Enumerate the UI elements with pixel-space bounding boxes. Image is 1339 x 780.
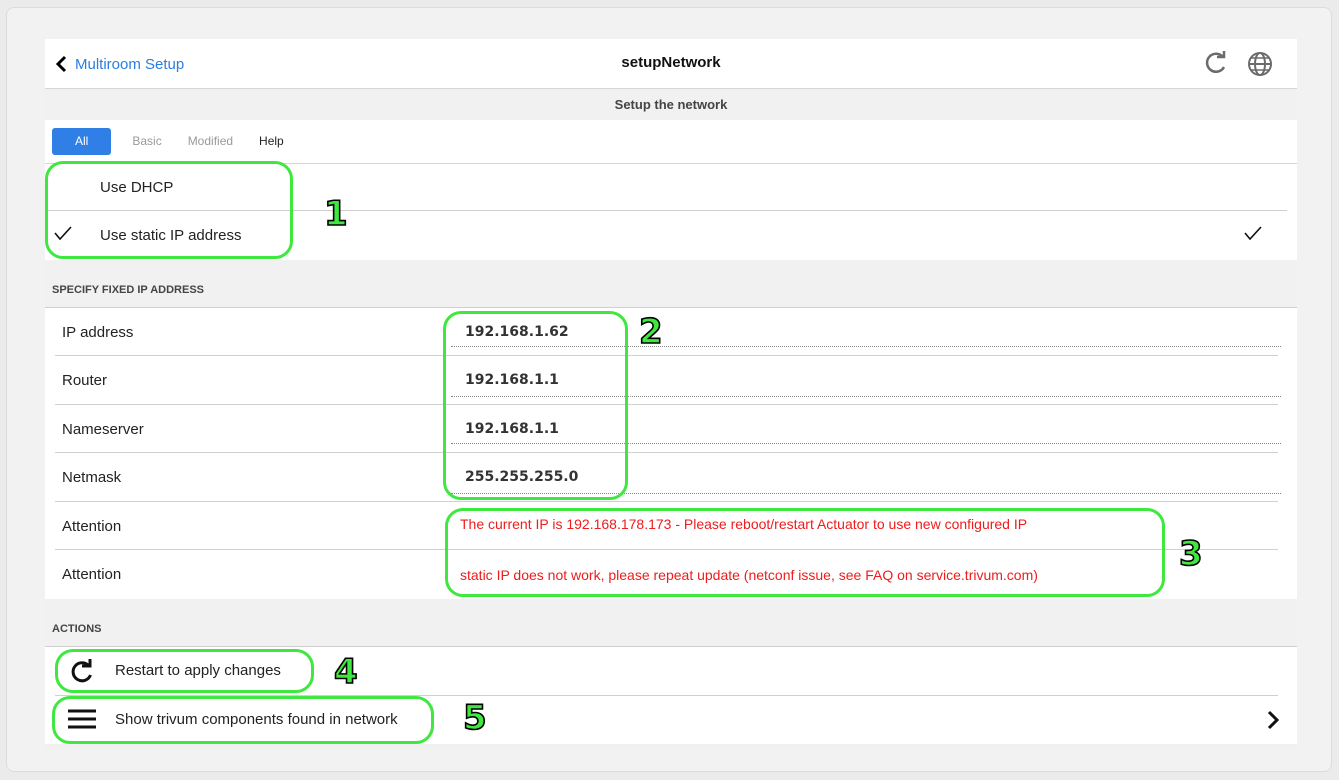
field-nameserver: Nameserver 192.168.1.1 (45, 405, 1297, 453)
field-label: Router (62, 371, 108, 389)
attention-row: Attention static IP does not work, pleas… (45, 550, 1297, 598)
input-underline (451, 493, 1281, 494)
restart-icon (69, 659, 95, 690)
router-input[interactable]: 192.168.1.1 (465, 372, 559, 388)
tab-help[interactable]: Help (246, 128, 297, 155)
globe-icon[interactable] (1246, 50, 1274, 83)
chevron-right-icon (1267, 710, 1280, 735)
attention-label: Attention (62, 565, 122, 583)
tab-basic[interactable]: Basic (119, 128, 174, 155)
nameserver-input[interactable]: 192.168.1.1 (465, 421, 559, 437)
filter-tabs: All Basic Modified Help (52, 128, 297, 155)
tab-modified[interactable]: Modified (175, 128, 246, 155)
show-components-button[interactable]: Show trivum components found in network (45, 696, 1297, 744)
field-label: Nameserver (62, 420, 144, 438)
annotation-marker-1: 1 (323, 194, 348, 234)
restart-button[interactable]: Restart to apply changes (45, 647, 1297, 695)
ip-address-input[interactable]: 192.168.1.62 (465, 324, 569, 340)
annotation-marker-3: 3 (1178, 534, 1203, 574)
field-netmask: Netmask 255.255.255.0 (45, 453, 1297, 501)
field-label: IP address (62, 323, 134, 341)
input-underline (451, 346, 1281, 347)
checkmark-icon (1244, 225, 1262, 246)
section-header: SPECIFY FIXED IP ADDRESS (45, 260, 1297, 307)
field-router: Router 192.168.1.1 (45, 356, 1297, 404)
page-title: setupNetwork (621, 54, 721, 71)
page-subtitle: Setup the network (45, 89, 1297, 120)
section-header: ACTIONS (45, 599, 1297, 646)
refresh-icon[interactable] (1203, 50, 1229, 81)
annotation-marker-5: 5 (462, 698, 487, 738)
setup-network-panel: Multiroom Setup setupNetwork Setup the n… (45, 39, 1297, 750)
field-label: Netmask (62, 468, 122, 486)
attention-row: Attention The current IP is 192.168.178.… (45, 502, 1297, 550)
restart-label: Restart to apply changes (115, 662, 281, 679)
menu-icon (67, 708, 97, 735)
top-bar: Multiroom Setup setupNetwork (45, 39, 1297, 89)
netmask-input[interactable]: 255.255.255.0 (465, 469, 578, 485)
annotation-marker-2: 2 (638, 312, 663, 352)
field-ip-address: IP address 192.168.1.62 (45, 308, 1297, 356)
attention-label: Attention (62, 517, 122, 535)
section-title: SPECIFY FIXED IP ADDRESS (52, 284, 205, 296)
attention-message: static IP does not work, please repeat u… (460, 567, 1038, 583)
option-use-static-ip[interactable]: Use static IP address (45, 211, 1297, 259)
input-underline (451, 396, 1281, 397)
option-label: Use static IP address (100, 226, 242, 244)
option-use-dhcp[interactable]: Use DHCP (45, 163, 1297, 211)
tab-all[interactable]: All (52, 128, 112, 155)
checkmark-icon (54, 225, 72, 246)
input-underline (451, 443, 1281, 444)
attention-message: The current IP is 192.168.178.173 - Plea… (460, 516, 1028, 532)
show-components-label: Show trivum components found in network (115, 711, 398, 728)
option-label: Use DHCP (100, 178, 174, 196)
annotation-marker-4: 4 (333, 652, 358, 692)
section-title: ACTIONS (52, 623, 102, 635)
footer-spacer (45, 744, 1297, 750)
